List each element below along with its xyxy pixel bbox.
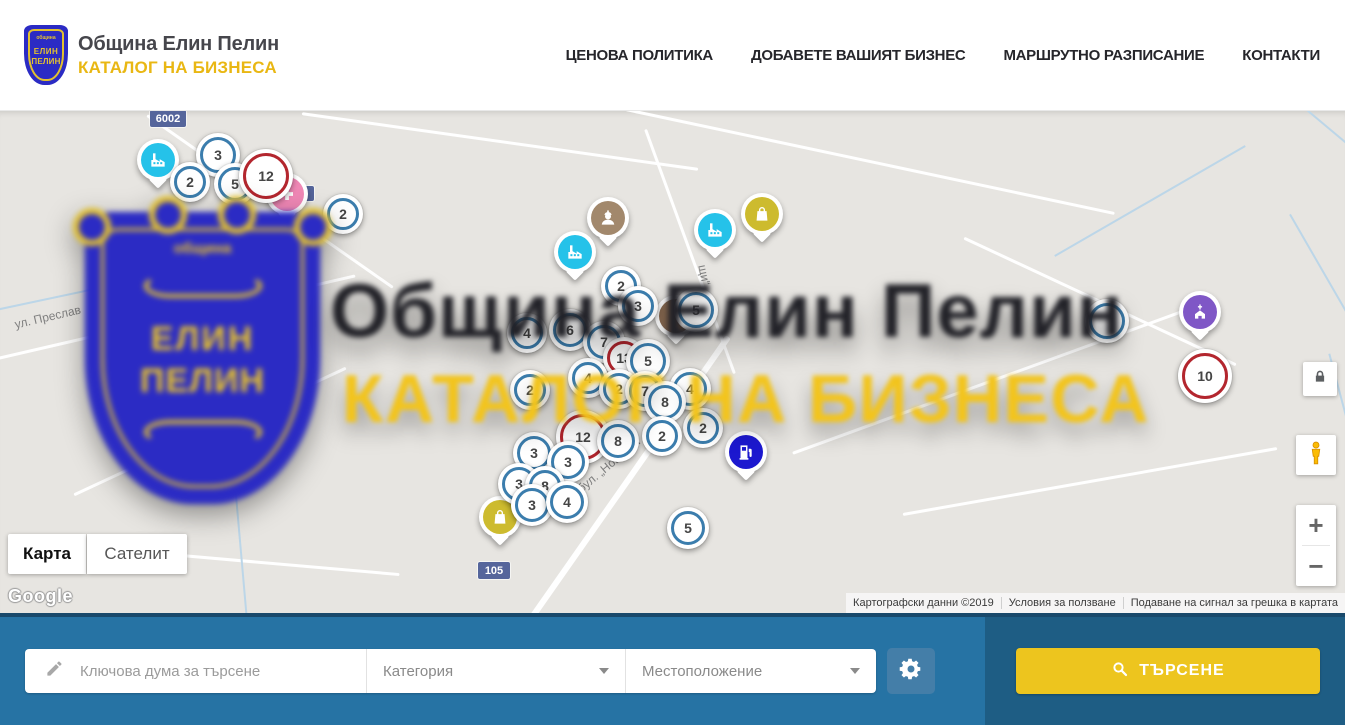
keyword-field[interactable]	[25, 649, 366, 693]
gear-icon	[899, 657, 923, 686]
cluster-count: 8	[648, 385, 682, 419]
map-pin-bag[interactable]	[741, 193, 783, 235]
bag-icon	[745, 197, 779, 231]
chevron-down-icon	[850, 668, 860, 674]
advanced-settings-button[interactable]	[887, 648, 935, 694]
map-canvas[interactable]: 6002105ул. Преславбул. „Новоселщи“325122…	[0, 110, 1345, 613]
nav-item[interactable]: ЦЕНОВА ПОЛИТИКА	[566, 47, 713, 64]
cluster-count: 4	[511, 317, 543, 349]
cluster-count: 2	[514, 374, 546, 406]
search-button-label: ТЪРСЕНЕ	[1139, 662, 1224, 680]
emblem-name-line2: ПЕЛИН	[24, 57, 68, 66]
map-type-control: Карта Сателит	[8, 534, 187, 574]
cluster-count: 5	[678, 292, 714, 328]
nav-item[interactable]: КОНТАКТИ	[1242, 47, 1320, 64]
map-cluster[interactable]: 4	[546, 481, 588, 523]
cluster-count	[1089, 303, 1125, 339]
map-type-satellite-button[interactable]: Сателит	[87, 534, 187, 574]
cluster-count: 2	[687, 412, 719, 444]
map-cluster[interactable]: 3	[618, 286, 658, 326]
map-cluster[interactable]	[1085, 299, 1129, 343]
nav-item[interactable]: ДОБАВЕТЕ ВАШИЯТ БИЗНЕС	[751, 47, 965, 64]
map-cluster[interactable]: 10	[1178, 349, 1232, 403]
emblem-name-line1: ЕЛИН	[24, 47, 68, 56]
map-cluster[interactable]: 2	[510, 370, 550, 410]
map-cluster[interactable]: 5	[667, 507, 709, 549]
cluster-count: 3	[515, 488, 549, 522]
cluster-count: 4	[550, 485, 584, 519]
zoom-out-button[interactable]: −	[1296, 546, 1336, 586]
pegman-button[interactable]	[1296, 435, 1336, 475]
cluster-count: 2	[174, 166, 206, 198]
church-icon	[1183, 295, 1217, 329]
lock-icon	[1312, 369, 1328, 390]
google-logo[interactable]: Google	[8, 586, 73, 607]
zoom-control: + −	[1296, 505, 1336, 586]
fuel-icon	[729, 435, 763, 469]
location-select[interactable]: Местоположение	[625, 649, 876, 693]
map-cluster[interactable]: 8	[597, 420, 639, 462]
category-select[interactable]: Категория	[366, 649, 625, 693]
map-cluster[interactable]: 12	[239, 149, 293, 203]
factory-icon	[698, 213, 732, 247]
factory-icon	[141, 143, 175, 177]
cluster-count: 10	[1182, 353, 1228, 399]
map-cluster[interactable]: 5	[674, 288, 718, 332]
category-select-label: Категория	[383, 663, 453, 680]
brand-title: Община Елин Пелин	[78, 33, 279, 56]
map-pin-worker[interactable]	[587, 197, 629, 239]
brand-subtitle: КАТАЛОГ НА БИЗНЕСА	[78, 58, 279, 78]
brand-logo[interactable]: община ЕЛИН ПЕЛИН Община Елин Пелин КАТА…	[24, 25, 279, 85]
cluster-count: 3	[622, 290, 654, 322]
map-cluster[interactable]: 2	[642, 416, 682, 456]
brand-text: Община Елин Пелин КАТАЛОГ НА БИЗНЕСА	[78, 33, 279, 78]
chevron-down-icon	[599, 668, 609, 674]
map-pin-church[interactable]	[1179, 291, 1221, 333]
search-icon	[1111, 660, 1129, 683]
attribution-terms-link[interactable]: Условия за ползване	[1001, 597, 1123, 609]
pegman-icon	[1306, 439, 1326, 472]
factory-icon	[558, 235, 592, 269]
cluster-count: 2	[646, 420, 678, 452]
keyword-search-input[interactable]	[78, 662, 352, 681]
pencil-icon	[45, 659, 64, 683]
emblem-top-text: община	[24, 35, 68, 41]
zoom-in-button[interactable]: +	[1296, 505, 1336, 545]
nav-item[interactable]: МАРШРУТНО РАЗПИСАНИЕ	[1003, 47, 1204, 64]
location-select-label: Местоположение	[642, 663, 762, 680]
map-pin-fuel[interactable]	[725, 431, 767, 473]
cluster-count: 5	[671, 511, 705, 545]
map-cluster[interactable]: 2	[683, 408, 723, 448]
search-fieldbar: Категория Местоположение	[25, 649, 876, 693]
municipality-emblem: община ЕЛИН ПЕЛИН	[24, 25, 68, 85]
markers-layer: 32512223546713524274821282333834510	[0, 110, 1345, 613]
worker-icon	[591, 201, 625, 235]
attribution-data: Картографски данни ©2019	[846, 597, 1001, 609]
cluster-count: 12	[243, 153, 289, 199]
search-button[interactable]: ТЪРСЕНЕ	[1016, 648, 1320, 694]
cluster-count: 8	[601, 424, 635, 458]
map-pin-factory[interactable]	[694, 209, 736, 251]
header: община ЕЛИН ПЕЛИН Община Елин Пелин КАТА…	[0, 0, 1345, 111]
cluster-count: 6	[553, 313, 587, 347]
main-nav: ЦЕНОВА ПОЛИТИКА ДОБАВЕТЕ ВАШИЯТ БИЗНЕС МАР…	[566, 0, 1320, 110]
search-panel: Категория Местоположение ТЪРСЕНЕ	[0, 613, 1345, 725]
map-pin-factory[interactable]	[554, 231, 596, 273]
map-attribution: Картографски данни ©2019 Условия за полз…	[846, 593, 1345, 613]
map-cluster[interactable]: 4	[507, 313, 547, 353]
attribution-report-link[interactable]: Подаване на сигнал за грешка в картата	[1123, 597, 1345, 609]
map-cluster[interactable]: 2	[170, 162, 210, 202]
lock-button[interactable]	[1303, 362, 1337, 396]
map-cluster[interactable]: 2	[323, 194, 363, 234]
cluster-count: 2	[327, 198, 359, 230]
map-type-map-button[interactable]: Карта	[8, 534, 86, 574]
